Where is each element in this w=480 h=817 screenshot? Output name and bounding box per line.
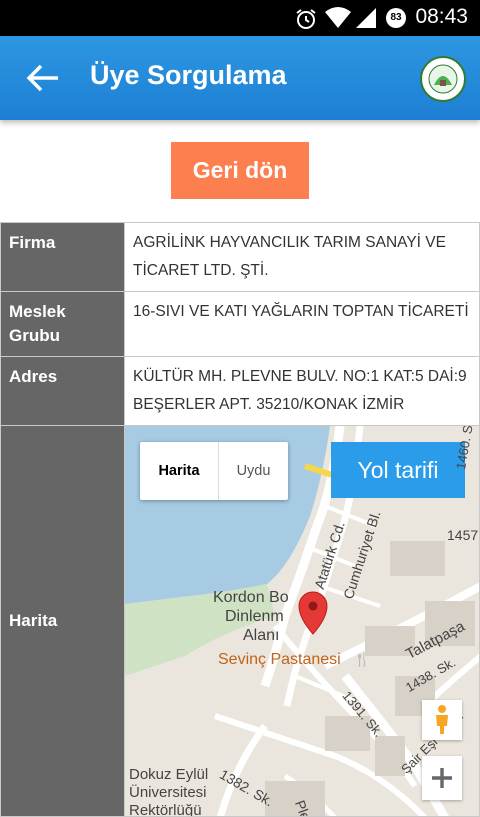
table-row: Adres KÜLTÜR MH. PLEVNE BULV. NO:1 KAT:5… [0, 356, 480, 426]
directions-button[interactable]: Yol tarifi [331, 442, 465, 498]
status-time: 08:43 [415, 5, 468, 28]
meslek-label-line1: Meslek [9, 302, 66, 321]
wifi-icon [325, 7, 351, 28]
map-type-harita-tab[interactable]: Harita [140, 442, 218, 500]
member-details-table: Firma AGRİLİNK HAYVANCILIK TARIM SANAYİ … [0, 222, 480, 817]
table-row: Meslek Grubu 16-SIVI VE KATI YAĞLARIN TOP… [0, 291, 480, 357]
map-label: Alanı [243, 627, 280, 644]
harita-label: Harita [0, 425, 125, 817]
back-arrow-icon[interactable] [24, 62, 60, 94]
map-view[interactable]: 🍴 Harita Uydu Yol tarifi 1460. Sk. Atatü… [124, 425, 480, 817]
map-label: Üniversitesi [129, 784, 207, 801]
map-type-control[interactable]: Harita Uydu [140, 442, 288, 500]
firma-label: Firma [0, 222, 125, 292]
map-label: Sevinç Pastanesi [218, 651, 341, 668]
zoom-in-button[interactable] [422, 756, 462, 800]
meslek-label-line2: Grubu [9, 326, 60, 345]
battery-icon: 83 [386, 8, 406, 28]
status-bar: 83 08:43 [0, 0, 480, 36]
page-title: Üye Sorgulama [90, 60, 287, 90]
svg-text:🍴: 🍴 [354, 652, 370, 668]
pegman-icon [436, 705, 448, 734]
signal-icon [356, 8, 376, 28]
table-row: Harita 🍴 Harita Uydu Yol tarifi 1460. Sk… [0, 425, 480, 817]
map-label: Rektörlüğü [129, 802, 202, 817]
map-type-uydu-tab[interactable]: Uydu [219, 442, 288, 500]
table-row: Firma AGRİLİNK HAYVANCILIK TARIM SANAYİ … [0, 222, 480, 292]
chamber-logo-icon [420, 56, 466, 102]
map-label: Dinlenm [225, 608, 284, 625]
map-label: Dokuz Eylül [129, 766, 209, 783]
app-bar: Üye Sorgulama [0, 36, 480, 120]
firma-value: AGRİLİNK HAYVANCILIK TARIM SANAYİ VE TİC… [124, 222, 480, 292]
plus-icon [432, 768, 452, 788]
alarm-icon [296, 9, 316, 29]
meslek-value: 16-SIVI VE KATI YAĞLARIN TOPTAN TİCARETİ [124, 291, 480, 357]
adres-label: Adres [0, 356, 125, 426]
map-label: Kordon Bo [213, 589, 289, 606]
adres-value: KÜLTÜR MH. PLEVNE BULV. NO:1 KAT:5 DAİ:9… [124, 356, 480, 426]
meslek-label: Meslek Grubu [0, 291, 125, 357]
street-view-button[interactable] [422, 700, 462, 740]
back-button[interactable]: Geri dön [171, 142, 309, 199]
map-label: 1457 [447, 527, 479, 543]
